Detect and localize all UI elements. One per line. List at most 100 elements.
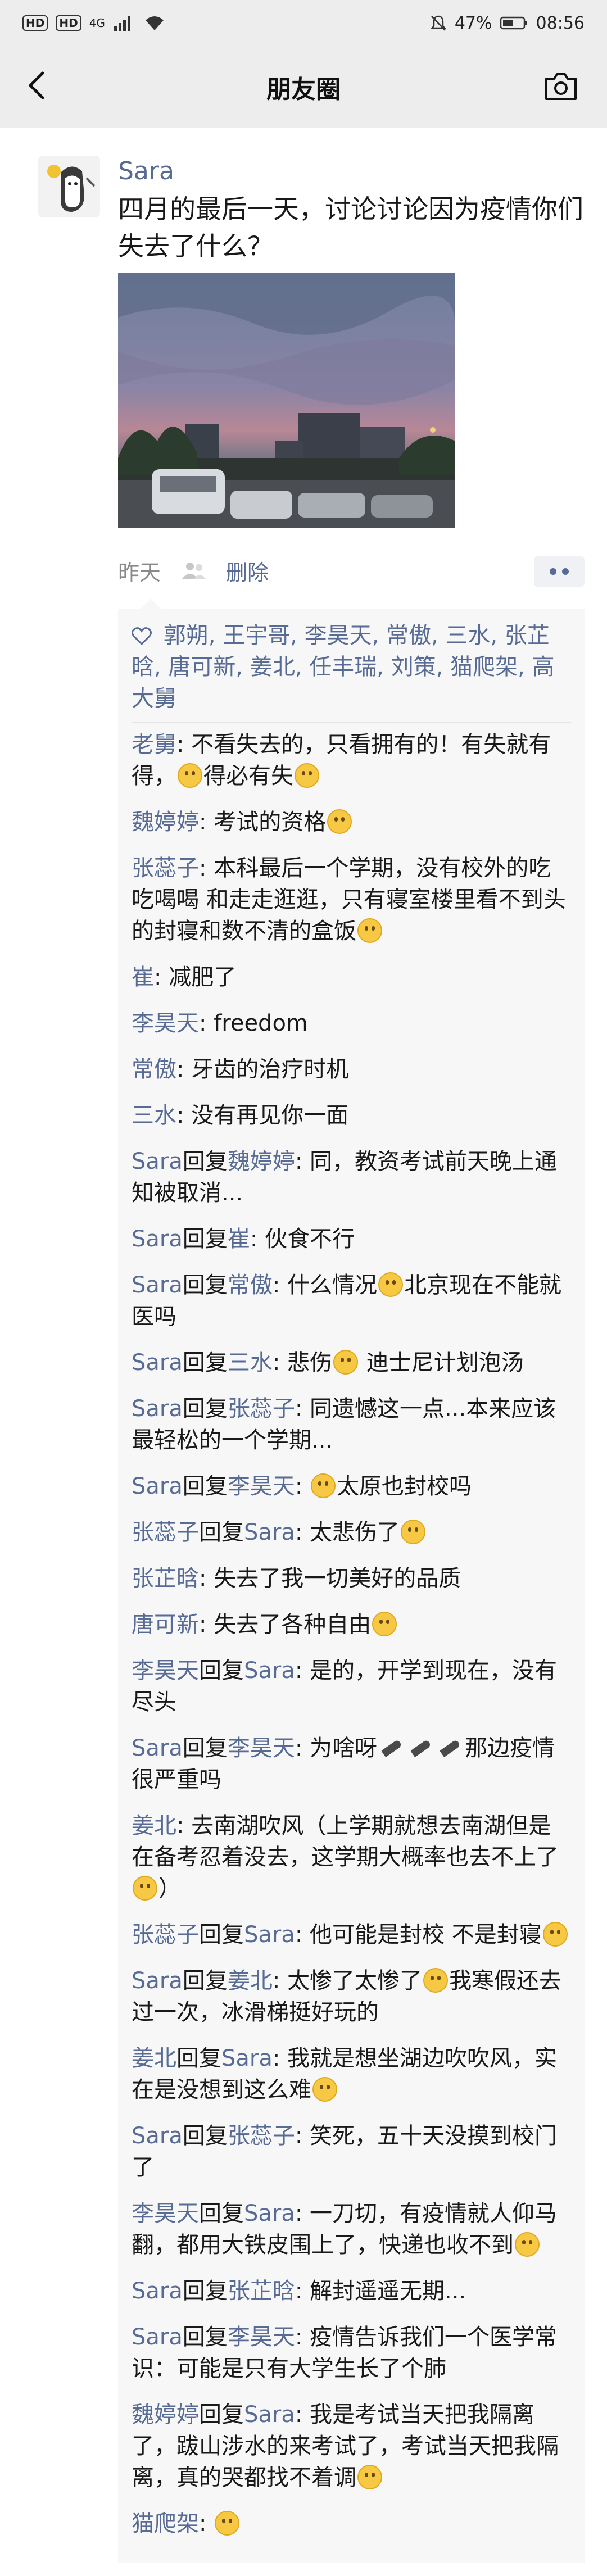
comment-item[interactable]: Sara回复李昊天: 太原也封校吗 [132,1471,571,1502]
reply-target[interactable]: Sara [244,2402,295,2428]
comment-author[interactable]: 李昊天 [132,2201,199,2226]
delete-link[interactable]: 删除 [226,555,269,586]
reply-word: 回复 [182,2324,228,2350]
page-title: 朋友圈 [266,75,341,104]
comment-item[interactable]: 姜北回复Sara: 我就是想坐湖边吹吹风，实在是没想到这么难 [132,2043,571,2106]
comment-author[interactable]: 猫爬架 [132,2511,199,2537]
reply-target[interactable]: Sara [244,2201,295,2226]
comment-author[interactable]: 张蕊子 [132,855,199,881]
comment-author[interactable]: Sara [132,2123,183,2149]
reply-target[interactable]: Sara [221,2046,273,2071]
emoji-face-icon [295,763,319,788]
comment-item[interactable]: Sara回复常傲: 什么情况 北京现在不能就医吗 [132,1269,571,1332]
comment-item[interactable]: 张蕊子回复Sara: 太悲伤了 [132,1517,571,1548]
post-photo[interactable] [118,273,455,528]
post-author[interactable]: Sara [118,155,585,188]
comment-item[interactable]: Sara回复张蕊子: 同遗憾这一点...本来应该最轻松的一个学期... [132,1393,571,1456]
reply-target[interactable]: 张芷晗 [228,2278,295,2304]
comment-item[interactable]: 张蕊子: 本科最后一个学期，没有校外的吃吃喝喝 和走走逛逛，只有寝室楼里看不到头… [132,852,571,947]
reply-target[interactable]: 三水 [228,1350,273,1376]
knife-emoji-icon [410,1739,432,1758]
comment-item[interactable]: Sara回复李昊天: 为啥呀 那边疫情很严重吗 [132,1733,571,1795]
emoji-face-icon [357,918,382,943]
comment-author[interactable]: Sara [132,1396,183,1422]
avatar[interactable] [38,156,100,217]
reply-target[interactable]: 李昊天 [228,1473,295,1499]
comment-author[interactable]: Sara [132,1272,183,1298]
emoji-face-icon [401,1520,426,1544]
comment-author[interactable]: Sara [132,1473,183,1499]
reply-target[interactable]: 李昊天 [228,2324,295,2350]
comment-item[interactable]: Sara回复三水: 悲伤 迪士尼计划泡汤 [132,1347,571,1378]
reply-target[interactable]: Sara [244,1658,295,1684]
comment-author[interactable]: Sara [132,1149,183,1174]
emoji-face-icon [372,1612,397,1636]
comment-item[interactable]: 三水: 没有再见你一面 [132,1100,571,1131]
comment-item[interactable]: 李昊天回复Sara: 是的，开学到现在，没有尽头 [132,1655,571,1718]
post-text: 四月的最后一天，讨论讨论因为疫情你们失去了什么？ [118,194,583,261]
reply-target[interactable]: 李昊天 [228,1735,295,1761]
reply-target[interactable]: 张蕊子 [228,2123,295,2149]
reply-target[interactable]: 崔 [228,1226,250,1252]
emoji-face-icon [357,2465,382,2489]
reply-word: 回复 [182,1396,228,1422]
comment-author[interactable]: 李昊天 [132,1010,199,1036]
comment-item[interactable]: 李昊天: freedom [132,1008,571,1039]
comment-item[interactable]: 常傲: 牙齿的治疗时机 [132,1054,571,1085]
comment-box: 郭朔, 王宇哥, 李昊天, 常傲, 三水, 张芷晗, 唐可新, 姜北, 任丰瑞,… [118,609,585,2563]
comment-text: : 考试的资格 [199,809,327,835]
comment-item[interactable]: 魏婷婷回复Sara: 我是考试当天把我隔离了，跋山涉水的来考试了，考试当天把我隔… [132,2399,571,2493]
comment-author[interactable]: 魏婷婷 [132,2402,199,2428]
reply-word: 回复 [199,2402,244,2428]
comment-author[interactable]: 李昊天 [132,1658,199,1684]
comment-author[interactable]: Sara [132,1350,183,1376]
likes-names[interactable]: 郭朔, 王宇哥, 李昊天, 常傲, 三水, 张芷晗, 唐可新, 姜北, 任丰瑞,… [132,623,555,711]
comment-item[interactable]: 老舅: 不看失去的，只看拥有的！有失就有得， 得必有失 [132,729,571,792]
comment-item[interactable]: Sara回复张蕊子: 笑死，五十天没摸到校门了 [132,2120,571,2183]
comment-author[interactable]: 老舅 [132,732,176,758]
comment-item[interactable]: 猫爬架: [132,2508,571,2539]
reply-target[interactable]: 常傲 [228,1272,273,1298]
reply-target[interactable]: 姜北 [228,1968,273,1994]
camera-icon[interactable] [543,72,579,101]
comment-text: : 伙食不行 [250,1226,355,1252]
reply-target[interactable]: Sara [244,1520,295,1545]
reply-target[interactable]: 张蕊子 [228,1396,295,1422]
visibility-group-icon[interactable] [181,561,207,580]
comment-author[interactable]: 张芷晗 [132,1566,199,1591]
comment-item[interactable]: Sara回复魏婷婷: 同，教资考试前天晚上通知被取消... [132,1146,571,1209]
comment-author[interactable]: 崔 [132,964,154,990]
comment-text: : 为啥呀 [295,1735,378,1761]
comment-author[interactable]: Sara [132,1226,183,1252]
comment-author[interactable]: Sara [132,2278,183,2304]
wifi-icon [145,16,164,30]
comment-author[interactable]: 唐可新 [132,1612,199,1638]
comment-author[interactable]: Sara [132,1968,183,1994]
comment-item[interactable]: 崔: 减肥了 [132,962,571,993]
comment-item[interactable]: 张蕊子回复Sara: 他可能是封校 不是封寝 [132,1919,571,1951]
reply-target[interactable]: 魏婷婷 [228,1149,295,1174]
comment-author[interactable]: 魏婷婷 [132,809,199,835]
comment-author[interactable]: 姜北 [132,2046,176,2071]
comment-item[interactable]: Sara回复崔: 伙食不行 [132,1223,571,1255]
comment-author[interactable]: 三水 [132,1103,176,1128]
comment-item[interactable]: Sara回复张芷晗: 解封遥遥无期... [132,2275,571,2307]
comment-item[interactable]: 张芷晗: 失去了我一切美好的品质 [132,1563,571,1594]
comment-item[interactable]: Sara回复李昊天: 疫情告诉我们一个医学常识：可能是只有大学生长了个肺 [132,2321,571,2384]
comment-item[interactable]: 魏婷婷: 考试的资格 [132,806,571,838]
reply-target[interactable]: Sara [244,1922,295,1948]
comment-item[interactable]: 李昊天回复Sara: 一刀切，有疫情就人仰马翻，都用大铁皮围上了，快递也收不到 [132,2198,571,2261]
comment-text-tail: 得必有失 [203,763,293,789]
comment-author[interactable]: Sara [132,2324,183,2350]
comment-item[interactable]: Sara回复姜北: 太惨了太惨了 我寒假还去过一次，冰滑梯挺好玩的 [132,1965,571,2028]
reply-word: 回复 [182,1226,228,1252]
comment-author[interactable]: Sara [132,1735,183,1761]
comment-item[interactable]: 唐可新: 失去了各种自由 [132,1609,571,1640]
comment-author[interactable]: 常傲 [132,1056,176,1082]
comment-author[interactable]: 张蕊子 [132,1922,199,1948]
comment-item[interactable]: 姜北: 去南湖吹风（上学期就想去南湖但是在备考忍着没去，这学期大概率也去不上了 ） [132,1810,571,1904]
back-arrow-icon[interactable] [20,69,54,102]
more-actions-button[interactable] [534,556,585,587]
comment-author[interactable]: 张蕊子 [132,1520,199,1545]
comment-author[interactable]: 姜北 [132,1813,176,1839]
